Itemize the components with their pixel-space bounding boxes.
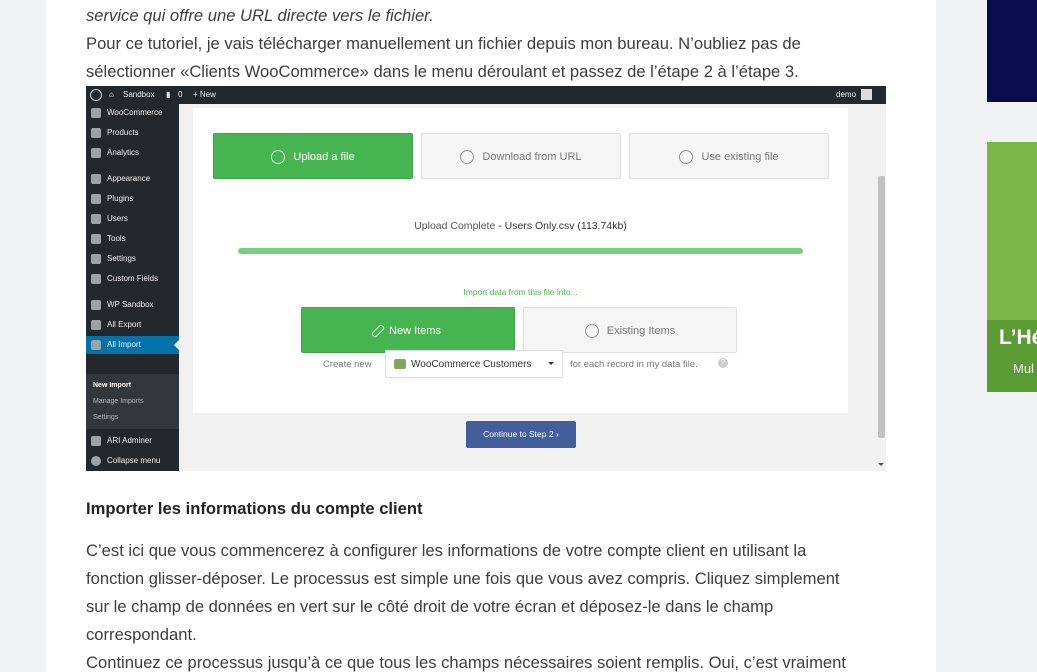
sidebar-collapse-menu[interactable]: Collapse menu	[86, 452, 179, 470]
paperclip-icon	[679, 150, 694, 165]
create-new-label: Create new	[323, 359, 372, 370]
chevron-right-icon: ›	[555, 429, 559, 439]
plugin-icon	[91, 194, 101, 204]
sidebar-item-users[interactable]: Users	[86, 210, 179, 228]
avatar[interactable]	[861, 89, 872, 100]
text-line: Pour ce tutoriel, je vais télécharger ma…	[86, 34, 801, 53]
sidebar-item-custom-fields[interactable]: Custom Fields	[86, 270, 179, 288]
record-type-select[interactable]: WooCommerce Customers	[385, 350, 563, 378]
for-each-label: for each record in my data file.	[570, 359, 698, 370]
woocommerce-icon	[91, 108, 101, 118]
article-body: service qui offre une URL directe vers l…	[46, 0, 936, 672]
sidebar-item-all-export[interactable]: All Export	[86, 316, 179, 334]
users-icon	[91, 214, 101, 224]
woocommerce-icon	[394, 359, 406, 369]
submenu-new-import[interactable]: New Import	[93, 382, 131, 389]
cloud-download-icon	[460, 150, 475, 165]
history-icon	[584, 324, 599, 339]
wordpress-icon[interactable]	[90, 89, 102, 101]
comments-icon: ▮	[166, 90, 171, 99]
sidebar-item-woocommerce[interactable]: WooCommerce	[86, 104, 179, 122]
help-icon[interactable]: ?	[718, 358, 728, 368]
upload-icon	[271, 150, 286, 165]
fields-icon	[91, 274, 101, 284]
text-line: correspondant.	[86, 625, 197, 644]
ad-banner-top[interactable]	[987, 0, 1037, 102]
sandbox-icon	[91, 300, 101, 310]
text-line: service qui offre une URL directe vers l…	[86, 6, 434, 25]
continue-button[interactable]: Continue to Step 2 ›	[466, 421, 576, 448]
export-icon	[91, 320, 101, 330]
ad-title: L’Hé	[999, 326, 1037, 349]
ad-banner-green[interactable]: L’Hé Mul	[987, 142, 1037, 392]
scrollbar[interactable]	[877, 104, 886, 471]
wrench-icon	[91, 234, 101, 244]
sidebar-item-all-import[interactable]: All Import	[86, 336, 179, 354]
text-line: sélectionner «Clients WooCommerce» dans …	[86, 62, 799, 81]
wrench-icon	[91, 436, 101, 446]
article-screenshot: ⌂ Sandbox ▮ 0 + New demo WooCommerce Pro…	[86, 86, 886, 471]
sidebar-item-ari-adminer[interactable]: ARI Adminer	[86, 432, 179, 450]
sidebar-item-tools[interactable]: Tools	[86, 230, 179, 248]
user-name[interactable]: demo	[836, 90, 856, 99]
collapse-icon	[91, 456, 101, 466]
download-url-button[interactable]: Download from URL	[421, 133, 621, 179]
scroll-down-icon[interactable]	[878, 463, 884, 469]
create-new-row: Create new WooCommerce Customers for eac…	[193, 350, 848, 378]
comments-count[interactable]: 0	[178, 90, 182, 99]
sidebar-item-plugins[interactable]: Plugins	[86, 190, 179, 208]
brush-icon	[91, 174, 101, 184]
new-items-button[interactable]: New Items	[301, 307, 515, 353]
submenu-manage-imports[interactable]: Manage Imports	[93, 398, 144, 405]
upload-file-button[interactable]: Upload a file	[213, 133, 413, 179]
wp-admin-bar: ⌂ Sandbox ▮ 0 + New demo	[86, 86, 886, 104]
sidebar-item-products[interactable]: Products	[86, 124, 179, 142]
chevron-down-icon	[548, 362, 554, 368]
sidebar-submenu: New Import Manage Imports Settings	[86, 374, 179, 429]
home-icon: ⌂	[109, 90, 114, 99]
section-heading: Importer les informations du compte clie…	[86, 499, 423, 518]
products-icon	[91, 128, 101, 138]
existing-items-button[interactable]: Existing Items	[523, 307, 737, 353]
pencil-icon	[370, 324, 386, 339]
sidebar-item-appearance[interactable]: Appearance	[86, 170, 179, 188]
analytics-icon	[91, 148, 101, 158]
text-line: C’est ici que vous commencerez à configu…	[86, 541, 807, 560]
sidebar-item-settings[interactable]: Settings	[86, 250, 179, 268]
scrollbar-thumb[interactable]	[878, 176, 885, 438]
upload-status: Upload Complete - Users Only.csv (113.74…	[414, 220, 627, 232]
progress-fill	[238, 248, 803, 254]
sidebar-item-analytics[interactable]: Analytics	[86, 144, 179, 162]
use-existing-file-button[interactable]: Use existing file	[629, 133, 829, 179]
site-name[interactable]: Sandbox	[123, 90, 155, 99]
text-line: sur le champ de données en vert sur le c…	[86, 597, 774, 616]
sidebar-item-wp-sandbox[interactable]: WP Sandbox	[86, 296, 179, 314]
import-icon	[91, 340, 101, 350]
ad-subtitle: Mul	[1013, 361, 1034, 376]
text-line: fonction glisser-déposer. Le processus e…	[86, 569, 840, 588]
wp-admin-sidebar: WooCommerce Products Analytics Appearanc…	[86, 104, 179, 471]
settings-icon	[91, 254, 101, 264]
upload-progress-bar	[238, 248, 803, 254]
new-link[interactable]: + New	[193, 90, 216, 99]
import-panel: Upload a file Download from URL Use exis…	[193, 108, 848, 413]
text-line: Continuez ce processus jusqu’à ce que to…	[86, 653, 846, 672]
submenu-settings[interactable]: Settings	[93, 414, 118, 421]
import-into-label: Import data from this file into...	[463, 287, 578, 297]
